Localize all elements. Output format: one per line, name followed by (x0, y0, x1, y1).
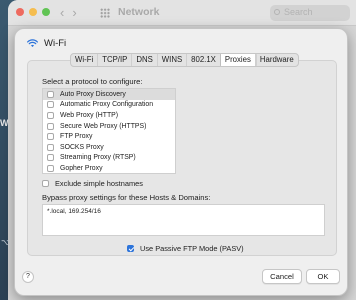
list-item[interactable]: Streaming Proxy (RTSP) (43, 153, 175, 164)
protocol-checkbox[interactable] (47, 143, 54, 151)
cancel-button[interactable]: Cancel (262, 269, 302, 284)
forward-arrow-icon[interactable]: › (72, 5, 84, 20)
protocol-label: Web Proxy (HTTP) (60, 111, 119, 119)
list-item[interactable]: SOCKS Proxy (43, 142, 175, 153)
tab-proxies[interactable]: Proxies (220, 54, 256, 66)
zoom-window-button[interactable] (42, 8, 50, 16)
bypass-textarea[interactable]: *.local, 169.254/16 (42, 204, 325, 236)
protocol-label: Secure Web Proxy (HTTPS) (60, 122, 147, 130)
protocol-checkbox[interactable] (47, 111, 54, 119)
tab-tcp-ip[interactable]: TCP/IP (98, 54, 133, 66)
wifi-icon (27, 39, 38, 47)
tab-802-1x[interactable]: 802.1X (187, 54, 221, 66)
sheet-title: Wi-Fi (44, 38, 67, 49)
background-window-title: Network (118, 6, 160, 18)
protocol-prompt: Select a protocol to configure: (42, 77, 143, 86)
protocol-checkbox[interactable] (47, 122, 54, 130)
search-placeholder: Search (284, 7, 313, 17)
exclude-simple-checkbox[interactable] (42, 180, 49, 187)
list-item[interactable]: Gopher Proxy (43, 163, 175, 174)
tab-wins[interactable]: WINS (158, 54, 188, 66)
proxies-sheet: Wi-Fi Wi-Fi TCP/IP DNS WINS 802.1X Proxies Har… (14, 28, 348, 296)
exclude-simple-row[interactable]: Exclude simple hostnames (42, 179, 143, 188)
exclude-simple-label: Exclude simple hostnames (55, 179, 143, 188)
grid-icon[interactable] (100, 8, 110, 18)
help-button[interactable]: ? (22, 271, 34, 283)
search-field[interactable]: Search (270, 5, 350, 21)
protocol-label: SOCKS Proxy (60, 143, 104, 151)
protocol-label: FTP Proxy (60, 133, 93, 141)
list-item[interactable]: FTP Proxy (43, 131, 175, 142)
nav-arrows: ‹› (60, 5, 85, 20)
protocol-label: Automatic Proxy Configuration (60, 101, 154, 109)
list-item[interactable]: Secure Web Proxy (HTTPS) (43, 121, 175, 132)
list-item[interactable]: Auto Proxy Discovery (43, 89, 175, 100)
sidebar-fragment-glyph: ⌥ (1, 238, 11, 247)
tab-bar: Wi-Fi TCP/IP DNS WINS 802.1X Proxies Hardware (70, 53, 299, 67)
protocol-checkbox[interactable] (47, 154, 54, 162)
ok-button[interactable]: OK (306, 269, 340, 284)
search-icon (274, 9, 280, 15)
tab-wi-fi[interactable]: Wi-Fi (71, 54, 99, 66)
protocol-label: Streaming Proxy (RTSP) (60, 154, 136, 162)
list-item[interactable]: Automatic Proxy Configuration (43, 100, 175, 111)
bypass-value: *.local, 169.254/16 (47, 208, 101, 215)
sidebar-fragment-text: W (0, 118, 9, 128)
protocol-label: Auto Proxy Discovery (60, 90, 126, 98)
protocol-label: Gopher Proxy (60, 164, 103, 172)
passive-ftp-checkbox[interactable] (127, 245, 134, 252)
bypass-label: Bypass proxy settings for these Hosts & … (42, 193, 211, 202)
tab-hardware[interactable]: Hardware (256, 54, 298, 66)
sheet-header: Wi-Fi (27, 38, 66, 49)
minimize-window-button[interactable] (29, 8, 37, 16)
protocol-checkbox[interactable] (47, 164, 54, 172)
window-controls (16, 8, 50, 16)
back-arrow-icon[interactable]: ‹ (60, 5, 72, 20)
protocol-checkbox[interactable] (47, 90, 54, 98)
tab-dns[interactable]: DNS (132, 54, 158, 66)
close-window-button[interactable] (16, 8, 24, 16)
protocol-checkbox[interactable] (47, 101, 54, 109)
protocol-checkbox[interactable] (47, 133, 54, 141)
passive-ftp-row[interactable]: Use Passive FTP Mode (PASV) (127, 244, 244, 253)
list-item[interactable]: Web Proxy (HTTP) (43, 110, 175, 121)
protocol-list[interactable]: Auto Proxy Discovery Automatic Proxy Conf… (42, 88, 176, 174)
passive-ftp-label: Use Passive FTP Mode (PASV) (140, 244, 244, 253)
